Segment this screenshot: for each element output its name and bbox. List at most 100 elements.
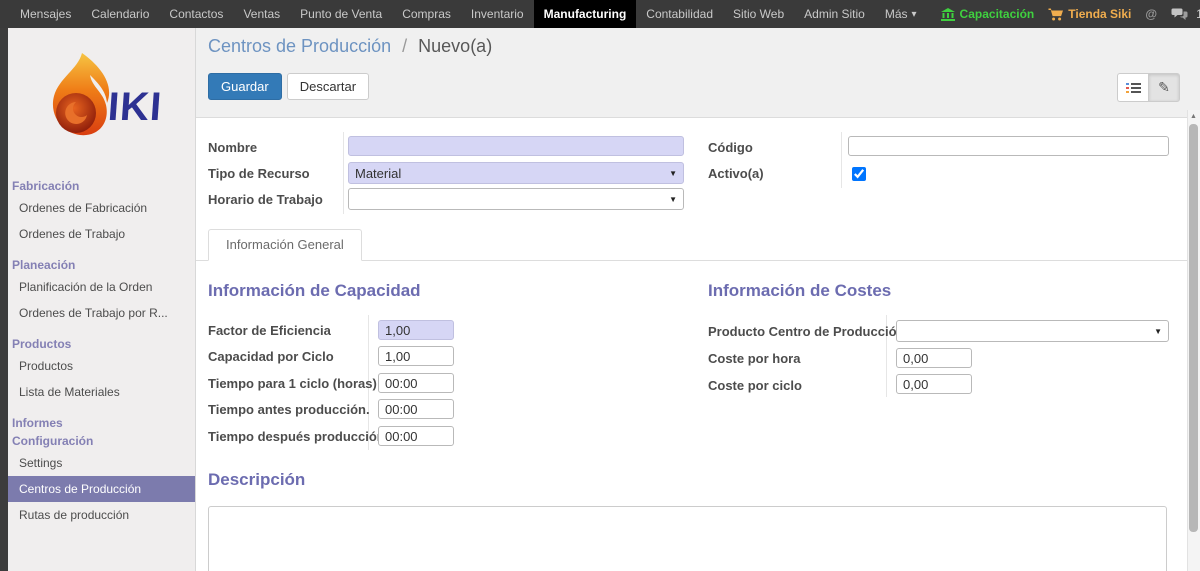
- edit-form-icon: ✎: [1158, 79, 1170, 95]
- nav-admin-sitio[interactable]: Admin Sitio: [794, 0, 875, 28]
- tiempo-antes-label: Tiempo antes producción.: [208, 402, 370, 417]
- capacity-section-title: Información de Capacidad: [208, 281, 421, 300]
- coste-ciclo-input[interactable]: [896, 374, 972, 394]
- vertical-scrollbar[interactable]: ▲: [1187, 110, 1200, 571]
- sidebar-item-planificacion-orden[interactable]: Planificación de la Orden: [0, 274, 195, 300]
- form-sheet: Nombre Código Tipo de Recurso Material ▼…: [196, 117, 1188, 571]
- sidebar-header-configuracion: Configuración: [12, 434, 94, 448]
- nav-contactos[interactable]: Contactos: [159, 0, 233, 28]
- costs-section-title: Información de Costes: [708, 281, 892, 300]
- cart-icon: [1048, 8, 1064, 21]
- nav-calendario[interactable]: Calendario: [81, 0, 159, 28]
- siki-logo: IKI: [8, 38, 195, 158]
- producto-centro-select[interactable]: ▼: [896, 320, 1169, 342]
- chat-bubbles-icon: [1171, 8, 1188, 21]
- logo-text: IKI: [106, 84, 165, 129]
- description-section-title: Descripción: [208, 470, 306, 489]
- bank-icon: [940, 7, 955, 21]
- sidebar-item-settings[interactable]: Settings: [0, 450, 195, 476]
- sidebar-header-productos: Productos: [12, 337, 72, 351]
- breadcrumb-current: Nuevo(a): [418, 36, 493, 56]
- messages-counter[interactable]: 1: [1171, 7, 1200, 21]
- tiempo-despues-label: Tiempo después producción: [208, 429, 385, 444]
- nav-ventas[interactable]: Ventas: [233, 0, 290, 28]
- nav-contabilidad[interactable]: Contabilidad: [636, 0, 723, 28]
- discard-button[interactable]: Descartar: [286, 73, 370, 100]
- sidebar-header-informes: Informes: [12, 416, 63, 430]
- action-buttons: Guardar Descartar: [208, 73, 374, 100]
- sidebar-header-fabricacion: Fabricación: [12, 179, 80, 193]
- nav-punto-de-venta[interactable]: Punto de Venta: [290, 0, 392, 28]
- left-edge-strip: [0, 28, 8, 571]
- nav-inventario[interactable]: Inventario: [461, 0, 534, 28]
- at-icon: @: [1145, 7, 1158, 21]
- scrollbar-thumb[interactable]: [1189, 124, 1198, 532]
- app-window: Mensajes Calendario Contactos Ventas Pun…: [0, 0, 1200, 571]
- sidebar-item-ordenes-fabricacion[interactable]: Ordenes de Fabricación: [0, 195, 195, 221]
- breadcrumb-parent-link[interactable]: Centros de Producción: [208, 36, 391, 56]
- sidebar-item-productos[interactable]: Productos: [0, 353, 195, 379]
- capacidad-ciclo-input[interactable]: [378, 346, 454, 366]
- tienda-siki-link[interactable]: Tienda Siki: [1048, 7, 1131, 21]
- sidebar: IKI Fabricación Ordenes de Fabricación O…: [0, 28, 196, 571]
- list-view-icon: [1125, 82, 1141, 93]
- breadcrumb: Centros de Producción / Nuevo(a): [208, 36, 492, 57]
- view-switcher: ✎: [1117, 73, 1180, 102]
- top-navbar: Mensajes Calendario Contactos Ventas Pun…: [0, 0, 1200, 28]
- sidebar-item-centros-produccion[interactable]: Centros de Producción: [0, 476, 195, 502]
- list-view-button[interactable]: [1117, 73, 1148, 102]
- nav-mas-dropdown[interactable]: Más ▾: [875, 0, 927, 28]
- nav-mas-label: Más: [884, 7, 908, 21]
- chevron-down-icon: ▾: [911, 8, 917, 20]
- tab-informacion-general[interactable]: Información General: [208, 229, 362, 261]
- tiempo-antes-input[interactable]: [378, 399, 454, 419]
- nav-mensajes[interactable]: Mensajes: [10, 0, 81, 28]
- dropdown-arrow-icon: ▼: [669, 168, 677, 178]
- dropdown-arrow-icon: ▼: [669, 194, 677, 204]
- activo-label: Activo(a): [708, 166, 764, 181]
- sidebar-menu: Fabricación Ordenes de Fabricación Orden…: [0, 168, 195, 528]
- sidebar-item-ordenes-trabajo[interactable]: Ordenes de Trabajo: [0, 221, 195, 247]
- nombre-label: Nombre: [208, 140, 258, 155]
- sidebar-item-rutas-produccion[interactable]: Rutas de producción: [0, 502, 195, 528]
- notebook-tabbar: Información General: [196, 229, 1188, 261]
- tiempo-ciclo-input[interactable]: [378, 373, 454, 393]
- form-view-button[interactable]: ✎: [1148, 73, 1180, 102]
- field-separator-line: [841, 132, 842, 188]
- field-separator-line: [343, 132, 344, 214]
- top-nav-right: Capacitación Tienda Siki @ 1: [927, 0, 1200, 28]
- nav-manufacturing[interactable]: Manufacturing: [533, 0, 637, 28]
- save-button[interactable]: Guardar: [208, 73, 282, 100]
- tipo-recurso-value: Material: [355, 165, 402, 181]
- horario-trabajo-select[interactable]: ▼: [348, 188, 684, 210]
- main-content: Centros de Producción / Nuevo(a) Guardar…: [195, 28, 1200, 571]
- messages-count: 1: [1196, 7, 1200, 21]
- flame-icon: [53, 53, 110, 136]
- top-nav-menu: Mensajes Calendario Contactos Ventas Pun…: [0, 0, 927, 28]
- nav-compras[interactable]: Compras: [392, 0, 461, 28]
- capacitacion-link[interactable]: Capacitación: [940, 7, 1034, 21]
- activo-checkbox[interactable]: [852, 167, 866, 181]
- tienda-siki-label: Tienda Siki: [1068, 7, 1132, 21]
- horario-trabajo-label: Horario de Trabajo: [208, 192, 323, 207]
- tiempo-ciclo-label: Tiempo para 1 ciclo (horas): [208, 376, 377, 391]
- nombre-input[interactable]: [348, 136, 684, 156]
- nav-sitio-web[interactable]: Sitio Web: [723, 0, 794, 28]
- mentions-button[interactable]: @: [1145, 7, 1157, 21]
- tiempo-despues-input[interactable]: [378, 426, 454, 446]
- description-textarea[interactable]: [208, 506, 1167, 571]
- sidebar-item-lista-materiales[interactable]: Lista de Materiales: [0, 379, 195, 405]
- coste-hora-label: Coste por hora: [708, 351, 801, 366]
- factor-eficiencia-input[interactable]: [378, 320, 454, 340]
- coste-ciclo-label: Coste por ciclo: [708, 378, 802, 393]
- tipo-recurso-label: Tipo de Recurso: [208, 166, 310, 181]
- capacidad-ciclo-label: Capacidad por Ciclo: [208, 349, 334, 364]
- dropdown-arrow-icon: ▼: [1154, 326, 1162, 336]
- codigo-input[interactable]: [848, 136, 1169, 156]
- codigo-label: Código: [708, 140, 753, 155]
- scroll-up-icon[interactable]: ▲: [1188, 111, 1199, 123]
- coste-hora-input[interactable]: [896, 348, 972, 368]
- producto-centro-label: Producto Centro de Producción: [708, 324, 905, 339]
- tipo-recurso-select[interactable]: Material ▼: [348, 162, 684, 184]
- sidebar-item-ordenes-trabajo-por-r[interactable]: Ordenes de Trabajo por R...: [0, 300, 195, 326]
